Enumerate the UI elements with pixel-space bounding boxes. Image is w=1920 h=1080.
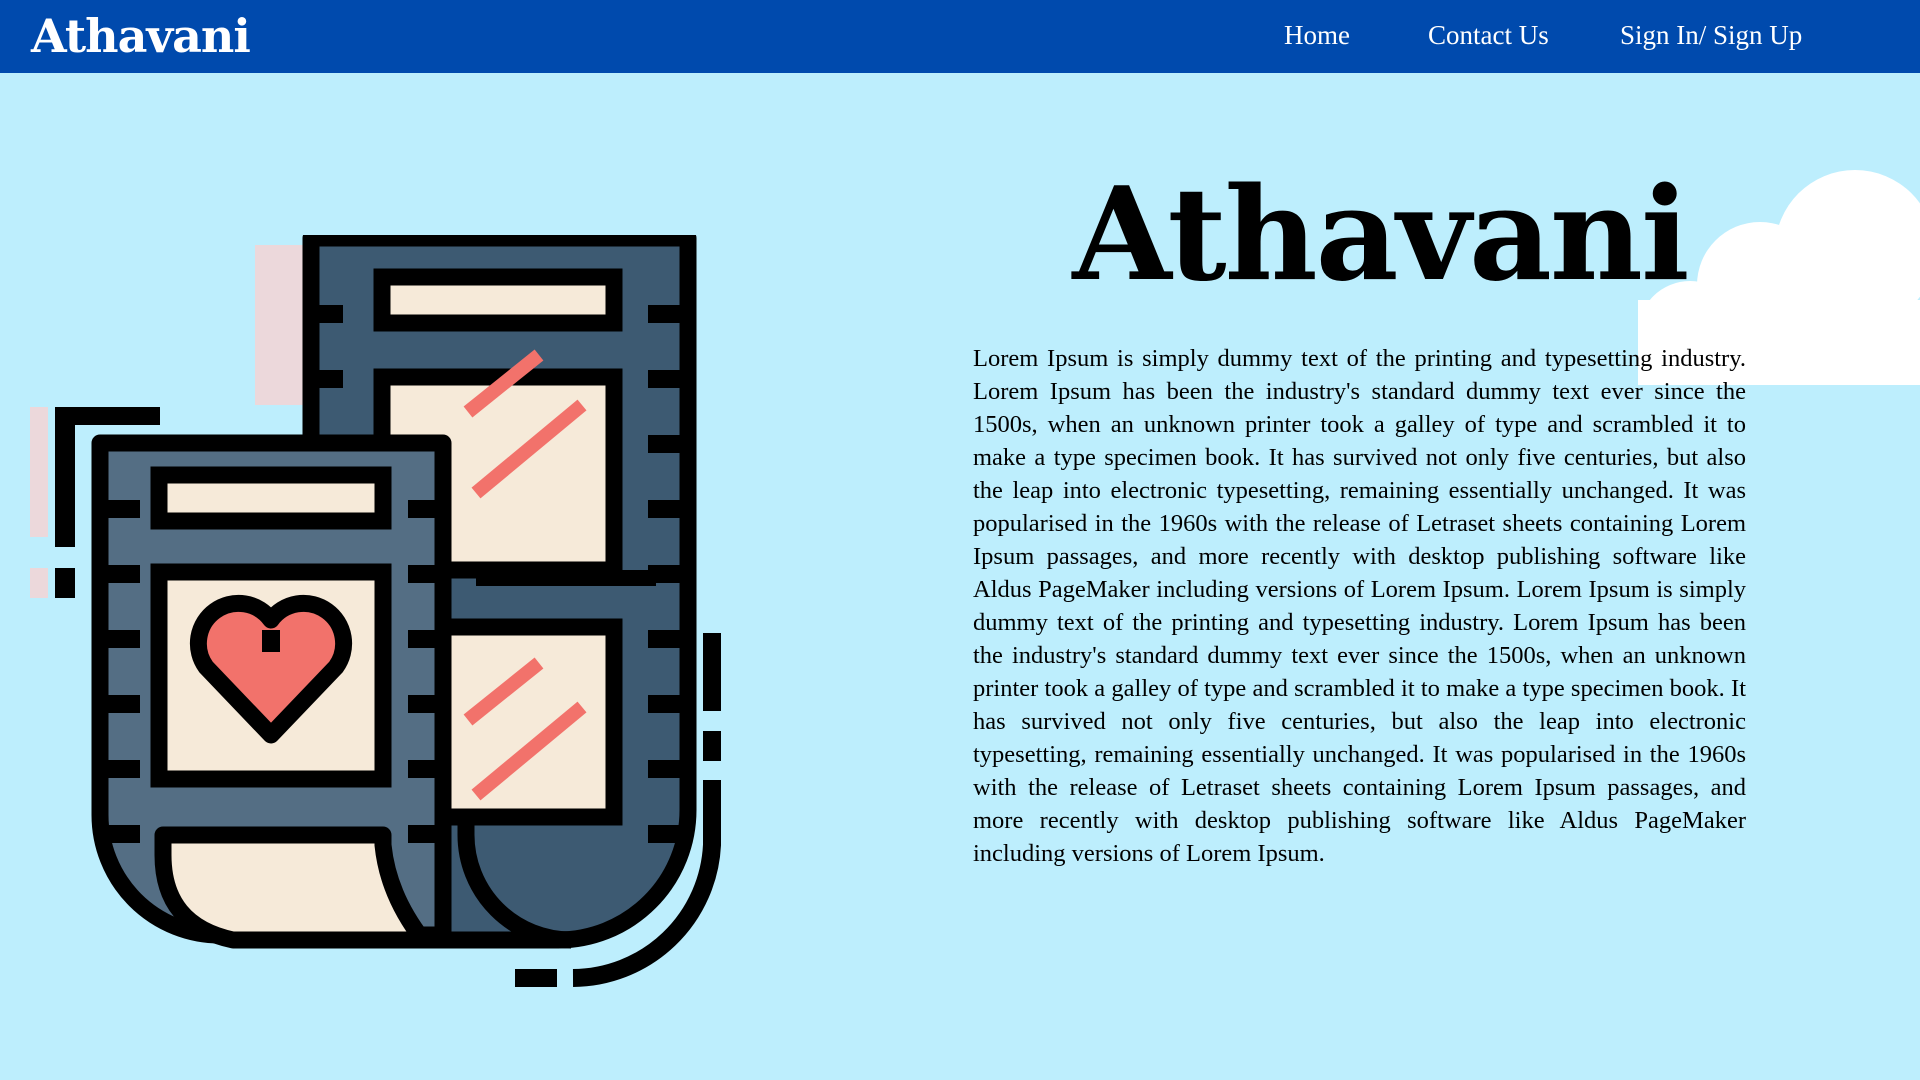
film-reel-heart-icon <box>30 235 721 987</box>
nav-link-signin[interactable]: Sign In/ Sign Up <box>1620 18 1802 52</box>
hero-description: Lorem Ipsum is simply dummy text of the … <box>973 345 1746 867</box>
hero-title: Athavani <box>1072 160 1689 310</box>
nav-link-contact[interactable]: Contact Us <box>1428 18 1549 52</box>
nav-link-home[interactable]: Home <box>1284 18 1350 52</box>
navbar: Athavani Home Contact Us Sign In/ Sign U… <box>0 0 1920 73</box>
brand-logo[interactable]: Athavani <box>31 6 251 66</box>
